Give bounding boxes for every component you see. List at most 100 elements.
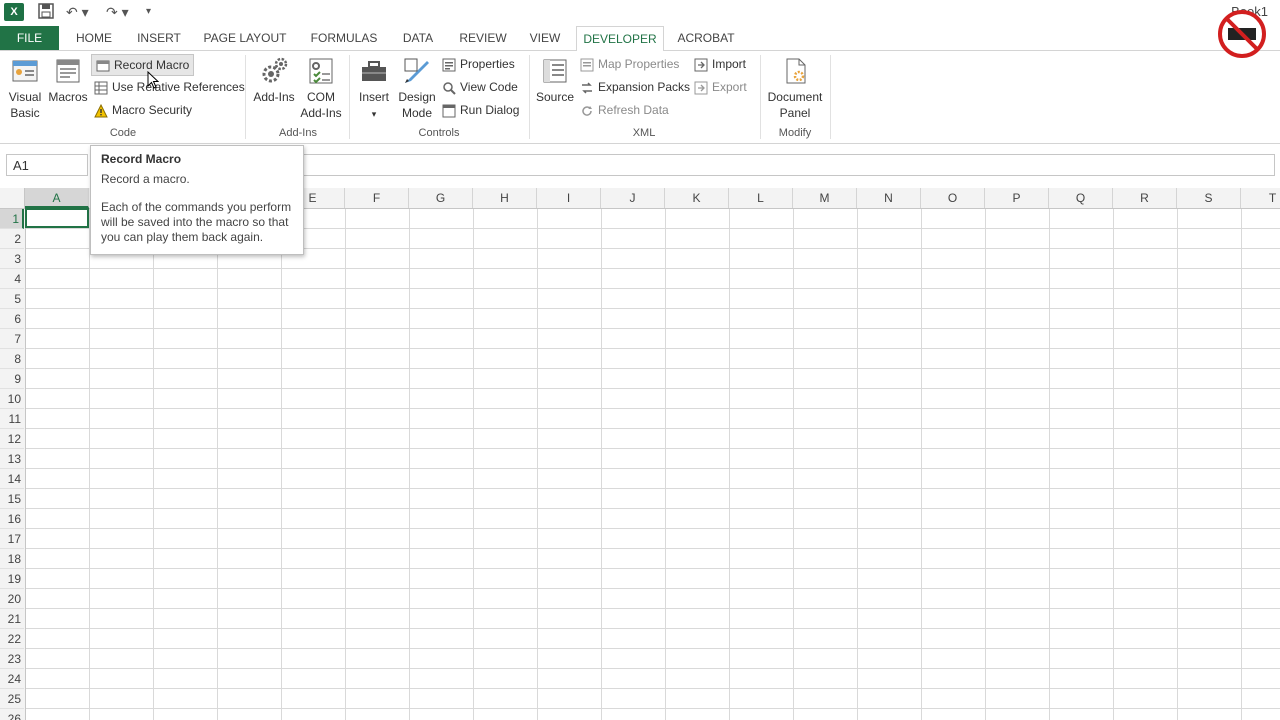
- expansion-packs-button[interactable]: Expansion Packs: [580, 77, 690, 97]
- com-add-ins-button[interactable]: COM Add-Ins: [298, 55, 344, 121]
- tab-developer[interactable]: DEVELOPER: [576, 26, 664, 52]
- macro-security-button[interactable]: Macro Security: [94, 100, 192, 120]
- column-header-q[interactable]: Q: [1049, 188, 1113, 208]
- name-box[interactable]: A1: [6, 154, 88, 176]
- row-header-3[interactable]: 3: [0, 249, 24, 269]
- row-header-8[interactable]: 8: [0, 349, 24, 369]
- column-header-r[interactable]: R: [1113, 188, 1177, 208]
- column-header-l[interactable]: L: [729, 188, 793, 208]
- select-all-corner[interactable]: [0, 188, 25, 208]
- row-header-21[interactable]: 21: [0, 609, 24, 629]
- column-header-j[interactable]: J: [601, 188, 665, 208]
- row-header-25[interactable]: 25: [0, 689, 24, 709]
- row-header-26[interactable]: 26: [0, 709, 24, 720]
- view-code-button[interactable]: View Code: [442, 77, 518, 97]
- mouse-cursor-icon: [147, 70, 160, 94]
- customize-icon[interactable]: ▾: [146, 3, 151, 21]
- row-header-13[interactable]: 13: [0, 449, 24, 469]
- row-header-7[interactable]: 7: [0, 329, 24, 349]
- use-relative-references-button[interactable]: Use Relative References: [94, 77, 245, 97]
- expansion-packs-icon: [580, 81, 594, 95]
- document-panel-icon: [779, 55, 811, 87]
- properties-button[interactable]: Properties: [442, 54, 515, 74]
- row-header-17[interactable]: 17: [0, 529, 24, 549]
- ribbon-separator: [830, 55, 831, 139]
- row-header-9[interactable]: 9: [0, 369, 24, 389]
- macros-button[interactable]: Macros: [46, 55, 90, 105]
- tab-acrobat[interactable]: ACROBAT: [670, 26, 742, 50]
- row-header-5[interactable]: 5: [0, 289, 24, 309]
- ribbon-separator: [349, 55, 350, 139]
- column-header-p[interactable]: P: [985, 188, 1049, 208]
- record-macro-button[interactable]: Record Macro: [91, 54, 195, 76]
- add-ins-button[interactable]: Add-Ins: [250, 55, 298, 105]
- tab-file[interactable]: FILE: [0, 26, 59, 50]
- excel-logo-icon: X: [4, 3, 24, 21]
- row-header-19[interactable]: 19: [0, 569, 24, 589]
- insert-control-button[interactable]: Insert ▾: [354, 55, 394, 122]
- column-header-m[interactable]: M: [793, 188, 857, 208]
- row-header-24[interactable]: 24: [0, 669, 24, 689]
- redo-icon[interactable]: ↷ ▾: [106, 3, 129, 21]
- grid-line: [217, 209, 218, 720]
- run-dialog-button[interactable]: Run Dialog: [442, 100, 519, 120]
- grid-line: [26, 548, 1280, 549]
- undo-icon[interactable]: ↶ ▾: [66, 3, 89, 21]
- grid-line: [537, 209, 538, 720]
- map-properties-button[interactable]: Map Properties: [580, 54, 679, 74]
- toolbox-icon: [358, 55, 390, 87]
- grid-line: [26, 468, 1280, 469]
- column-header-f[interactable]: F: [345, 188, 409, 208]
- save-icon[interactable]: [38, 3, 54, 21]
- design-mode-button[interactable]: Design Mode: [396, 55, 438, 121]
- column-header-g[interactable]: G: [409, 188, 473, 208]
- export-icon: [694, 81, 708, 95]
- grid-line: [153, 209, 154, 720]
- column-header-n[interactable]: N: [857, 188, 921, 208]
- row-header-22[interactable]: 22: [0, 629, 24, 649]
- row-header-1[interactable]: 1: [0, 209, 24, 229]
- tab-formulas[interactable]: FORMULAS: [302, 26, 386, 50]
- column-header-o[interactable]: O: [921, 188, 985, 208]
- row-header-12[interactable]: 12: [0, 429, 24, 449]
- import-button[interactable]: Import: [694, 54, 746, 74]
- row-header-23[interactable]: 23: [0, 649, 24, 669]
- chevron-down-icon: ▾: [371, 109, 377, 119]
- grid-line: [26, 688, 1280, 689]
- row-header-18[interactable]: 18: [0, 549, 24, 569]
- tab-home[interactable]: HOME: [66, 26, 122, 50]
- refresh-data-button[interactable]: Refresh Data: [580, 100, 669, 120]
- column-header-i[interactable]: I: [537, 188, 601, 208]
- tab-page-layout[interactable]: PAGE LAYOUT: [196, 26, 294, 50]
- cell-area[interactable]: [26, 209, 1280, 720]
- ribbon-separator: [245, 55, 246, 139]
- column-header-t[interactable]: T: [1241, 188, 1280, 208]
- row-header-15[interactable]: 15: [0, 489, 24, 509]
- source-button[interactable]: Source: [534, 55, 576, 105]
- column-header-a[interactable]: A: [25, 188, 89, 208]
- export-button[interactable]: Export: [694, 77, 747, 97]
- grid-line: [26, 568, 1280, 569]
- row-header-4[interactable]: 4: [0, 269, 24, 289]
- row-header-14[interactable]: 14: [0, 469, 24, 489]
- row-header-16[interactable]: 16: [0, 509, 24, 529]
- map-properties-icon: [580, 58, 594, 72]
- controls-group-label: Controls: [418, 127, 460, 139]
- row-header-10[interactable]: 10: [0, 389, 24, 409]
- visual-basic-button[interactable]: Visual Basic: [4, 55, 46, 121]
- tab-insert[interactable]: INSERT: [128, 26, 190, 50]
- tab-view[interactable]: VIEW: [522, 26, 568, 50]
- active-cell[interactable]: [25, 208, 89, 228]
- tab-review[interactable]: REVIEW: [452, 26, 514, 50]
- tab-data[interactable]: DATA: [394, 26, 442, 50]
- worksheet-grid[interactable]: ABCDEFGHIJKLMNOPQRST 1234567891011121314…: [0, 188, 1280, 720]
- row-header-20[interactable]: 20: [0, 589, 24, 609]
- document-panel-button[interactable]: Document Panel: [764, 55, 826, 121]
- row-header-6[interactable]: 6: [0, 309, 24, 329]
- column-header-h[interactable]: H: [473, 188, 537, 208]
- column-header-k[interactable]: K: [665, 188, 729, 208]
- formula-input[interactable]: [300, 154, 1275, 176]
- column-header-s[interactable]: S: [1177, 188, 1241, 208]
- row-header-11[interactable]: 11: [0, 409, 24, 429]
- row-header-2[interactable]: 2: [0, 229, 24, 249]
